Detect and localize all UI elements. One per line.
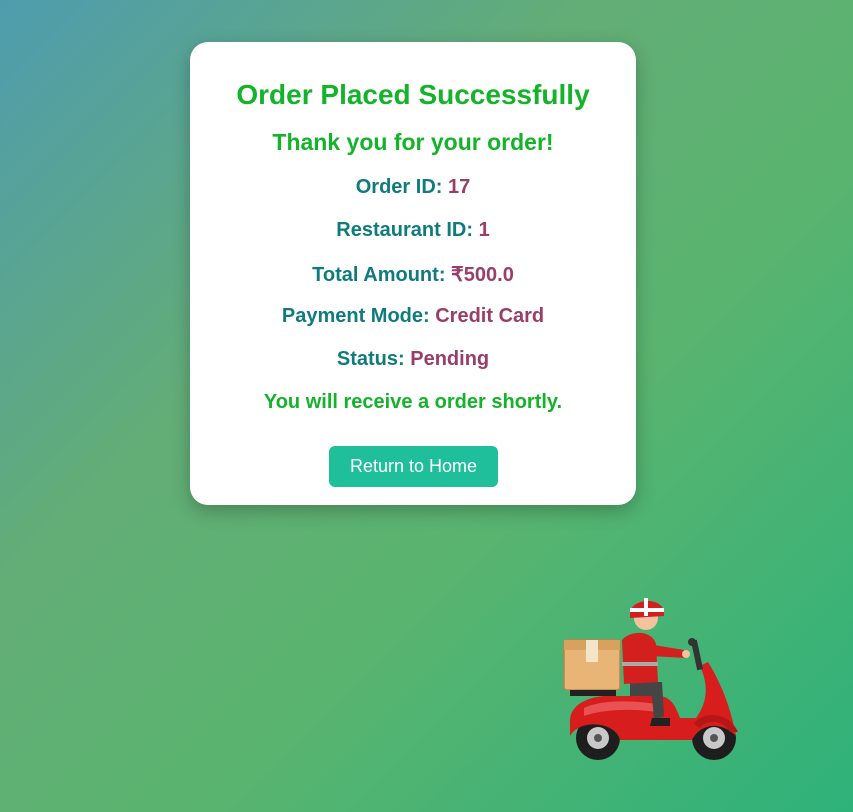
total-amount-row: Total Amount: ₹500.0 [190,262,636,287]
page-title: Order Placed Successfully [236,79,590,110]
total-amount-value: ₹500.0 [451,264,514,286]
delivery-scooter-icon [563,598,738,760]
restaurant-id-row: Restaurant ID: 1 [190,219,636,242]
order-confirmation-card: Order Placed Successfully Thank you for … [190,42,636,505]
restaurant-id-label: Restaurant ID: [336,219,473,241]
payment-mode-label: Payment Mode: [281,305,430,327]
payment-mode-value: Credit Card [435,305,545,327]
thank-you-message: Thank you for your order! [272,129,554,155]
order-id-value: 17 [448,176,471,198]
total-amount-label: Total Amount: [312,264,446,286]
status-row: Status: Pending [190,348,636,371]
status-label: Status: [336,348,405,370]
delivery-note: You will receive a order shortly. [263,391,563,413]
order-id-row: Order ID: 17 [190,176,636,199]
status-value: Pending [410,348,490,370]
restaurant-id-value: 1 [478,219,490,241]
return-home-button[interactable]: Return to Home [329,446,498,487]
payment-mode-row: Payment Mode: Credit Card [190,305,636,328]
order-id-label: Order ID: [355,176,443,198]
